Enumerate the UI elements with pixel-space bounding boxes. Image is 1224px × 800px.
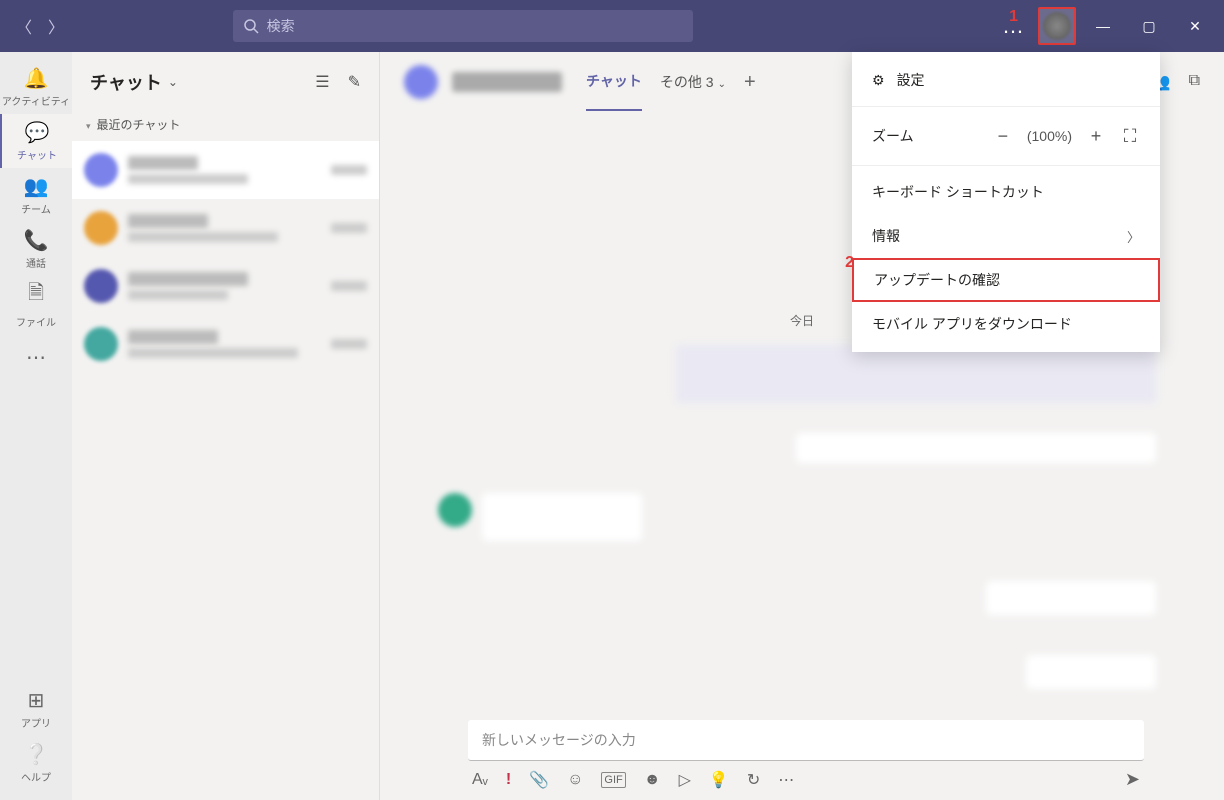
recent-section-label[interactable]: 最近のチャット [72,112,379,141]
search-icon [243,18,259,39]
chat-list-title: チャット [90,69,162,95]
chat-row[interactable] [72,315,379,373]
compose-input[interactable]: 新しいメッセージの入力 [468,720,1144,761]
chat-row[interactable] [72,257,379,315]
message-bubble [796,433,1156,463]
app-rail: 🔔 アクティビティ 💬 チャット 👥 チーム 📞 通話 🗎 ファイル ⋯ ⊞ ア… [0,52,72,800]
annotation-1: 1 [1009,8,1018,26]
nav-forward-icon[interactable]: 〉 [42,12,70,40]
profile-avatar[interactable] [1038,7,1076,45]
rail-chat[interactable]: 💬 チャット [0,114,72,168]
rail-label: アプリ [21,715,51,730]
file-icon: 🗎 [28,278,44,312]
chat-icon: 💬 [25,120,50,145]
chat-list-pane: チャット ⌄ ☰ ✎ 最近のチャット [72,52,380,800]
profile-menu: ⚙ 設定 ズーム − (100%) + ⛶ キーボード ショートカット 情報 〉… [852,52,1160,352]
chevron-down-icon[interactable]: ⌄ [168,75,178,89]
filter-icon[interactable]: ☰ [315,72,329,92]
priority-icon[interactable]: ! [506,771,511,789]
menu-settings[interactable]: ⚙ 設定 [852,58,1160,102]
zoom-value: (100%) [1027,128,1072,144]
loop-icon[interactable]: ↻ [747,770,760,790]
menu-label: アップデートの確認 [874,270,1000,290]
compose-toolbar: Aᵥ ! 📎 ☺ GIF ☻ ▷ 💡 ↻ ⋯ ➤ [468,761,1144,790]
teams-icon: 👥 [24,174,49,199]
chat-row[interactable] [72,199,379,257]
menu-label: モバイル アプリをダウンロード [872,314,1072,334]
fullscreen-icon[interactable]: ⛶ [1120,126,1140,147]
zoom-label: ズーム [872,126,914,146]
attach-icon[interactable]: 📎 [529,770,549,790]
schedule-icon[interactable]: ▷ [679,770,691,790]
bell-icon: 🔔 [24,66,49,91]
title-bar: 〈 〉 … — ▢ ✕ [0,0,1224,52]
ellipsis-icon: ⋯ [26,345,46,370]
menu-label: 設定 [897,70,925,90]
zoom-out-icon[interactable]: − [993,126,1013,147]
praise-icon[interactable]: 💡 [709,770,729,790]
menu-zoom: ズーム − (100%) + ⛶ [852,111,1160,161]
rail-label: ファイル [16,314,56,329]
sticker-icon[interactable]: ☻ [644,771,661,789]
chat-list-header: チャット ⌄ ☰ ✎ [72,52,379,112]
message-bubble [986,581,1156,615]
menu-label: 情報 [872,226,900,246]
zoom-in-icon[interactable]: + [1086,126,1106,147]
rail-activity[interactable]: 🔔 アクティビティ [0,60,72,114]
search-input[interactable] [233,10,693,42]
conversation-avatar [404,65,438,99]
rail-label: アクティビティ [2,93,70,108]
search-box[interactable] [233,10,693,42]
format-icon[interactable]: Aᵥ [472,771,488,789]
menu-check-update[interactable]: アップデートの確認 [852,258,1160,302]
tab-chat[interactable]: チャット [586,71,642,111]
rail-more[interactable]: ⋯ [0,330,72,384]
chat-row[interactable] [72,141,379,199]
menu-mobile-download[interactable]: モバイル アプリをダウンロード [852,302,1160,346]
nav-back-icon[interactable]: 〈 [10,12,38,40]
menu-label: キーボード ショートカット [872,182,1044,202]
rail-label: 通話 [26,255,46,270]
annotation-2: 2 [845,254,854,272]
minimize-icon[interactable]: — [1084,7,1122,45]
tab-other[interactable]: その他 3 ⌄ [660,72,726,110]
phone-icon: 📞 [24,228,49,253]
send-icon[interactable]: ➤ [1125,769,1140,790]
emoji-icon[interactable]: ☺ [567,771,583,789]
menu-info[interactable]: 情報 〉 [852,214,1160,258]
chevron-down-icon: ⌄ [718,79,726,90]
rail-label: チーム [21,201,51,216]
nav-arrows: 〈 〉 [10,12,70,40]
maximize-icon[interactable]: ▢ [1130,7,1168,45]
chevron-right-icon: 〉 [1127,227,1140,246]
apps-icon: ⊞ [28,688,45,713]
message-bubble [438,493,1196,541]
rail-calls[interactable]: 📞 通話 [0,222,72,276]
rail-apps[interactable]: ⊞ アプリ [0,682,72,736]
rail-teams[interactable]: 👥 チーム [0,168,72,222]
rail-label: ヘルプ [21,769,51,784]
titlebar-right: … — ▢ ✕ [998,7,1214,45]
gif-icon[interactable]: GIF [601,772,625,788]
conversation-tabs: チャット その他 3⌄ + [586,62,756,102]
tab-other-label: その他 3 [660,74,714,90]
gear-icon: ⚙ [872,72,885,89]
help-icon: ❔ [24,742,49,767]
rail-files[interactable]: 🗎 ファイル [0,276,72,330]
menu-shortcuts[interactable]: キーボード ショートカット [852,170,1160,214]
close-icon[interactable]: ✕ [1176,7,1214,45]
new-chat-icon[interactable]: ✎ [348,72,361,92]
message-bubble [676,345,1156,403]
message-composer: 新しいメッセージの入力 Aᵥ ! 📎 ☺ GIF ☻ ▷ 💡 ↻ ⋯ ➤ [468,720,1144,790]
rail-label: チャット [17,147,57,162]
add-tab-icon[interactable]: + [744,71,756,94]
message-bubble [1026,655,1156,689]
rail-help[interactable]: ❔ ヘルプ [0,736,72,790]
more-compose-icon[interactable]: ⋯ [778,770,794,790]
conversation-title [452,72,562,92]
popout-icon[interactable]: ⧉ [1189,72,1200,92]
